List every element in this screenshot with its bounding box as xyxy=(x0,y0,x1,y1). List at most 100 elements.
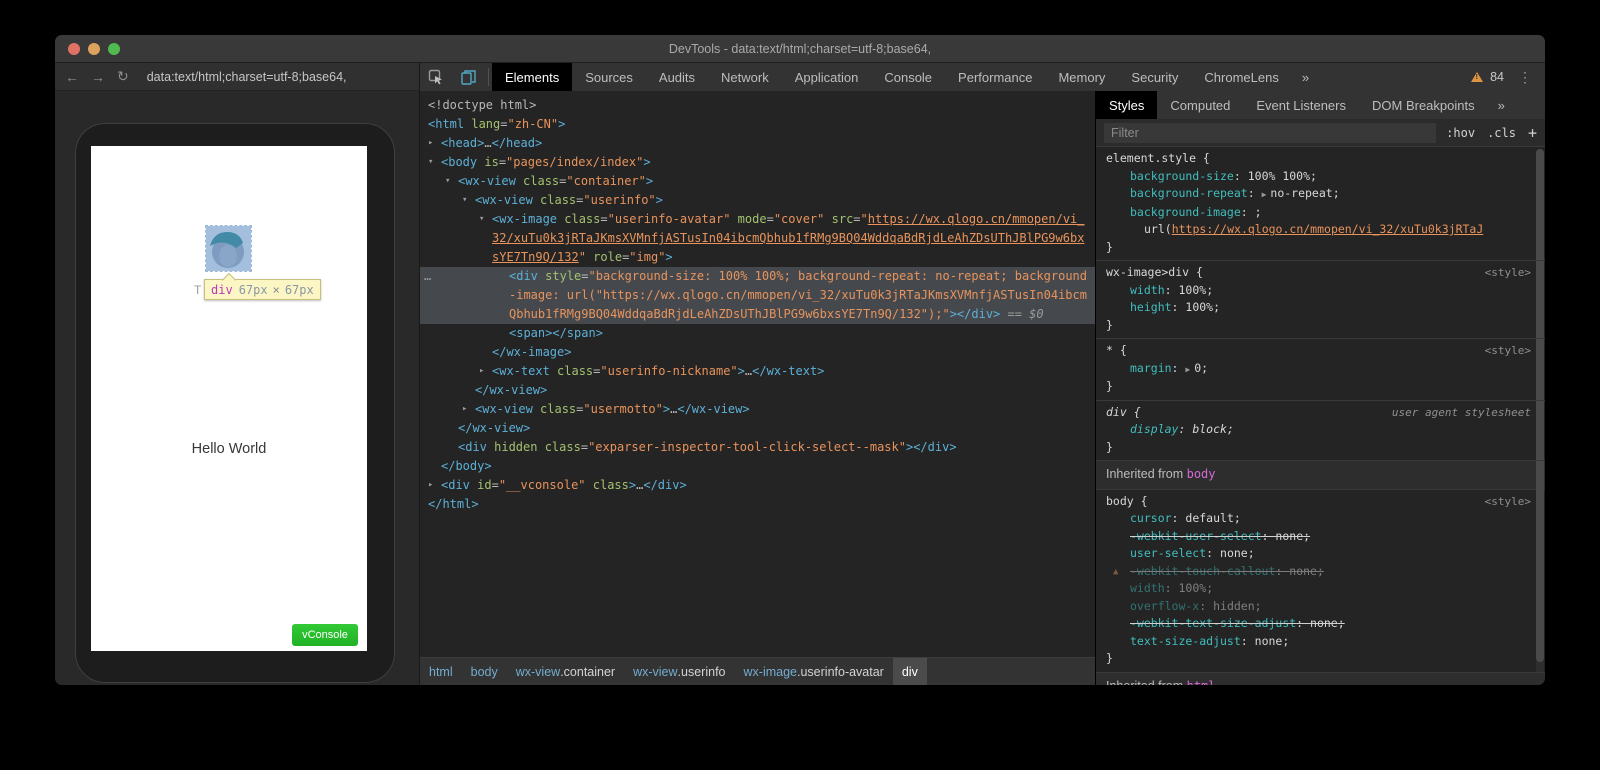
tab-network[interactable]: Network xyxy=(708,63,782,91)
device-screen[interactable]: T div 67px xyxy=(91,146,367,651)
new-style-rule-button[interactable]: + xyxy=(1528,124,1537,142)
collapsed-arrow-icon[interactable]: ▸ xyxy=(428,134,433,153)
style-origin-link[interactable]: <style> xyxy=(1485,493,1531,511)
sidebar-more-tabs-chevron[interactable]: » xyxy=(1488,91,1515,119)
userinfo-avatar-image[interactable] xyxy=(205,225,252,272)
dom-token: … xyxy=(484,136,491,150)
breadcrumb-item[interactable]: div xyxy=(893,658,927,685)
dom-token: "img" xyxy=(629,250,665,264)
vconsole-button[interactable]: vConsole xyxy=(292,624,358,646)
css-property[interactable]: height: 100%; xyxy=(1106,299,1531,317)
collapsed-arrow-icon[interactable]: ▸ xyxy=(479,362,484,381)
device-toolbar-icon[interactable] xyxy=(452,63,485,91)
tab-elements[interactable]: Elements xyxy=(492,63,572,91)
warning-count[interactable]: 84 xyxy=(1490,70,1504,84)
styles-filter-input[interactable]: Filter xyxy=(1104,123,1436,143)
more-tabs-chevron[interactable]: » xyxy=(1292,63,1319,91)
tab-sources[interactable]: Sources xyxy=(572,63,646,91)
dom-row[interactable]: </body> xyxy=(420,457,1095,476)
forward-icon[interactable]: → xyxy=(91,69,105,85)
rule-selector[interactable]: * { xyxy=(1106,343,1127,357)
tab-application[interactable]: Application xyxy=(782,63,872,91)
tab-performance[interactable]: Performance xyxy=(945,63,1045,91)
tab-audits[interactable]: Audits xyxy=(646,63,708,91)
css-property[interactable]: display: block; xyxy=(1106,421,1531,439)
css-property[interactable]: cursor: default; xyxy=(1106,510,1531,528)
dom-row[interactable]: ▾<wx-view class="container"> xyxy=(420,172,1095,191)
expanded-arrow-icon[interactable]: ▾ xyxy=(462,191,467,210)
breadcrumb-item[interactable]: wx-view.container xyxy=(507,658,624,685)
css-property[interactable]: user-select: none; xyxy=(1106,545,1531,563)
css-property[interactable]: width: 100%; xyxy=(1106,282,1531,300)
collapsed-arrow-icon[interactable]: ▸ xyxy=(462,400,467,419)
css-property[interactable]: background-image: ; xyxy=(1106,204,1531,222)
zoom-window-button[interactable] xyxy=(108,43,120,55)
dom-row[interactable]: </html> xyxy=(420,495,1095,514)
url-text[interactable]: data:text/html;charset=utf-8;base64, xyxy=(147,70,347,84)
dom-row[interactable]: ▸<head>…</head> xyxy=(420,134,1095,153)
dom-row[interactable]: <html lang="zh-CN"> xyxy=(420,115,1095,134)
warning-icon[interactable] xyxy=(1471,72,1483,82)
rule-selector[interactable]: element.style { xyxy=(1106,151,1210,165)
breadcrumb-item[interactable]: wx-view.userinfo xyxy=(624,658,734,685)
minimize-window-button[interactable] xyxy=(88,43,100,55)
dom-row[interactable]: ▾<body is="pages/index/index"> xyxy=(420,153,1095,172)
sidebar-tab-styles[interactable]: Styles xyxy=(1096,91,1157,119)
dom-row[interactable]: <span></span> xyxy=(420,324,1095,343)
rule-selector[interactable]: div { xyxy=(1106,405,1141,419)
css-property[interactable]: margin: ▶0; xyxy=(1106,360,1531,379)
toggle-element-state-button[interactable]: :hov xyxy=(1446,126,1475,140)
expanded-arrow-icon[interactable]: ▾ xyxy=(445,172,450,191)
style-origin-link[interactable]: <style> xyxy=(1485,264,1531,282)
sidebar-tab-computed[interactable]: Computed xyxy=(1157,91,1243,119)
expanded-arrow-icon[interactable]: ▾ xyxy=(428,153,433,172)
tab-security[interactable]: Security xyxy=(1118,63,1191,91)
dom-row[interactable]: ▸<div id="__vconsole" class>…</div> xyxy=(420,476,1095,495)
tab-chromelens[interactable]: ChromeLens xyxy=(1191,63,1291,91)
rule-selector[interactable]: body { xyxy=(1106,494,1148,508)
dom-row[interactable]: <div hidden class="exparser-inspector-to… xyxy=(420,438,1095,457)
css-property[interactable]: text-size-adjust: none; xyxy=(1106,633,1531,651)
dom-row[interactable]: …<div style="background-size: 100% 100%;… xyxy=(420,267,1095,324)
breadcrumb-item[interactable]: body xyxy=(462,658,507,685)
breadcrumb-item[interactable]: html xyxy=(420,658,462,685)
css-property[interactable]: -webkit-user-select: none; xyxy=(1106,528,1531,546)
css-property[interactable]: ▲-webkit-touch-callout: none; xyxy=(1106,563,1531,581)
breadcrumb-item[interactable]: wx-image.userinfo-avatar xyxy=(735,658,893,685)
css-property[interactable]: overflow-x: hidden; xyxy=(1106,598,1531,616)
dom-row[interactable]: </wx-image> xyxy=(420,343,1095,362)
dom-row-overflow-dots[interactable]: … xyxy=(424,267,431,286)
kebab-menu-icon[interactable]: ⋮ xyxy=(1511,69,1539,86)
collapsed-arrow-icon[interactable]: ▸ xyxy=(428,476,433,495)
back-icon[interactable]: ← xyxy=(65,69,79,85)
element-classes-button[interactable]: .cls xyxy=(1487,126,1516,140)
expanded-arrow-icon[interactable]: ▾ xyxy=(479,210,484,229)
css-property[interactable]: -webkit-text-size-adjust: none; xyxy=(1106,615,1531,633)
tab-console[interactable]: Console xyxy=(871,63,945,91)
dom-row[interactable]: ▸<wx-text class="userinfo-nickname">…</w… xyxy=(420,362,1095,381)
dom-row[interactable]: <!doctype html> xyxy=(420,96,1095,115)
reload-icon[interactable]: ↻ xyxy=(117,68,129,85)
style-origin-link[interactable]: <style> xyxy=(1485,342,1531,360)
rule-selector[interactable]: wx-image>div { xyxy=(1106,265,1203,279)
dom-token: <head xyxy=(441,136,477,150)
css-property[interactable]: background-size: 100% 100%; xyxy=(1106,168,1531,186)
tab-memory[interactable]: Memory xyxy=(1045,63,1118,91)
dom-token: </wx-image> xyxy=(492,345,571,359)
sidebar-tab-dom-breakpoints[interactable]: DOM Breakpoints xyxy=(1359,91,1488,119)
css-property[interactable]: width: 100%; xyxy=(1106,580,1531,598)
image-url-link[interactable]: https://wx.qlogo.cn/mmopen/vi_32/xuTu0k3… xyxy=(1172,222,1484,236)
browser-urlbar: ← → ↻ data:text/html;charset=utf-8;base6… xyxy=(55,63,419,91)
dom-row[interactable]: ▾<wx-image class="userinfo-avatar" mode=… xyxy=(420,210,1095,267)
css-property[interactable]: background-repeat: ▶no-repeat; xyxy=(1106,185,1531,204)
dom-row[interactable]: ▾<wx-view class="userinfo"> xyxy=(420,191,1095,210)
style-origin-link[interactable]: user agent stylesheet xyxy=(1392,404,1531,422)
dom-token: ></div> xyxy=(950,307,1001,321)
dom-row[interactable]: </wx-view> xyxy=(420,381,1095,400)
inspect-cursor-icon[interactable] xyxy=(420,63,452,91)
css-property-value-url[interactable]: url(https://wx.qlogo.cn/mmopen/vi_32/xuT… xyxy=(1106,221,1531,239)
close-window-button[interactable] xyxy=(68,43,80,55)
dom-row[interactable]: ▸<wx-view class="usermotto">…</wx-view> xyxy=(420,400,1095,419)
sidebar-tab-event-listeners[interactable]: Event Listeners xyxy=(1243,91,1359,119)
dom-row[interactable]: </wx-view> xyxy=(420,419,1095,438)
